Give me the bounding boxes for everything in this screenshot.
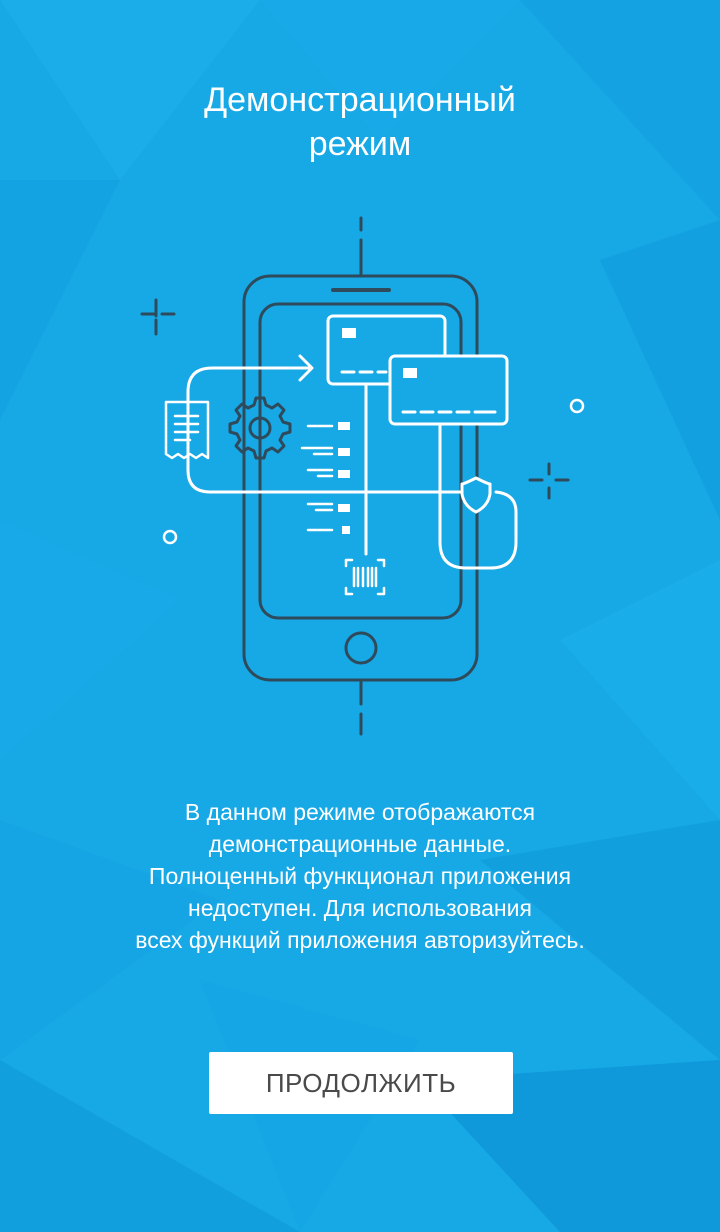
title-line-1: Демонстрационный bbox=[204, 81, 516, 119]
crosshair-icon bbox=[140, 298, 176, 336]
shield-icon bbox=[460, 476, 492, 514]
card-icon bbox=[388, 354, 509, 426]
list-lines-icon bbox=[300, 422, 350, 534]
home-button-icon bbox=[344, 631, 378, 665]
description-line: недоступен. Для использования bbox=[188, 895, 532, 921]
continue-button[interactable]: ПРОДОЛЖИТЬ bbox=[209, 1052, 513, 1114]
barcode-scan-icon bbox=[344, 558, 386, 596]
description-line: всех функций приложения авторизуйтесь. bbox=[135, 927, 585, 953]
description-line: демонстрационные данные. bbox=[208, 831, 512, 857]
dot-icon bbox=[569, 398, 585, 414]
description-line: В данном режиме отображаются bbox=[184, 799, 536, 825]
demo-mode-description: В данном режиме отображаются демонстраци… bbox=[60, 796, 660, 956]
dot-icon bbox=[162, 529, 178, 545]
page-title: Демонстрационный режим bbox=[0, 78, 720, 166]
crosshair-icon bbox=[528, 462, 570, 500]
title-line-2: режим bbox=[308, 125, 412, 163]
description-line: Полноценный функционал приложения bbox=[148, 863, 572, 889]
demo-mode-phone-illustration bbox=[140, 216, 585, 736]
